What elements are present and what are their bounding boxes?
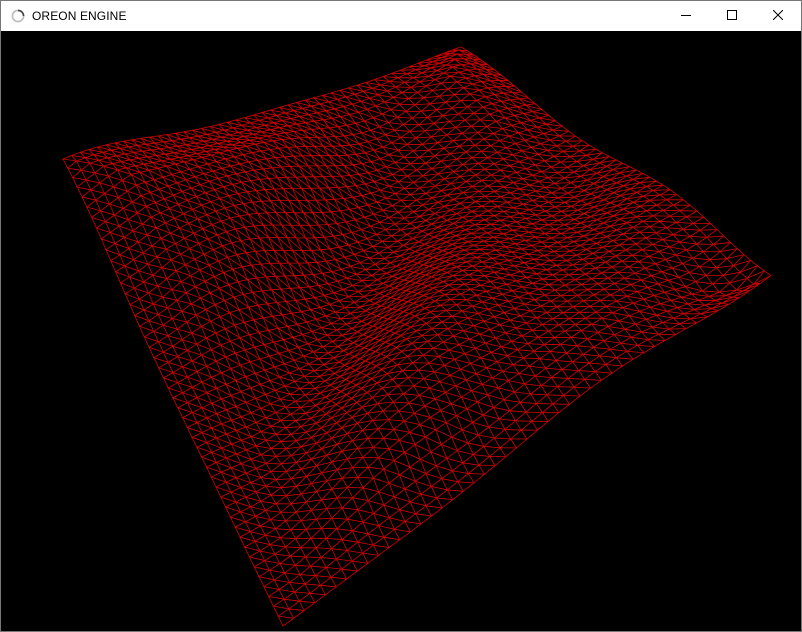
render-viewport[interactable] — [1, 31, 801, 631]
window-title: OREON ENGINE — [32, 9, 127, 23]
maximize-icon — [727, 7, 737, 25]
close-icon — [772, 7, 784, 25]
minimize-icon — [681, 7, 691, 25]
window-controls — [663, 1, 801, 31]
title-bar[interactable]: OREON ENGINE — [1, 1, 801, 31]
close-button[interactable] — [755, 1, 801, 31]
spinner-icon — [10, 8, 26, 24]
maximize-button[interactable] — [709, 1, 755, 31]
app-window: OREON ENGINE — [0, 0, 802, 632]
wireframe-terrain — [61, 46, 772, 627]
terrain-mesh — [61, 46, 772, 627]
minimize-button[interactable] — [663, 1, 709, 31]
